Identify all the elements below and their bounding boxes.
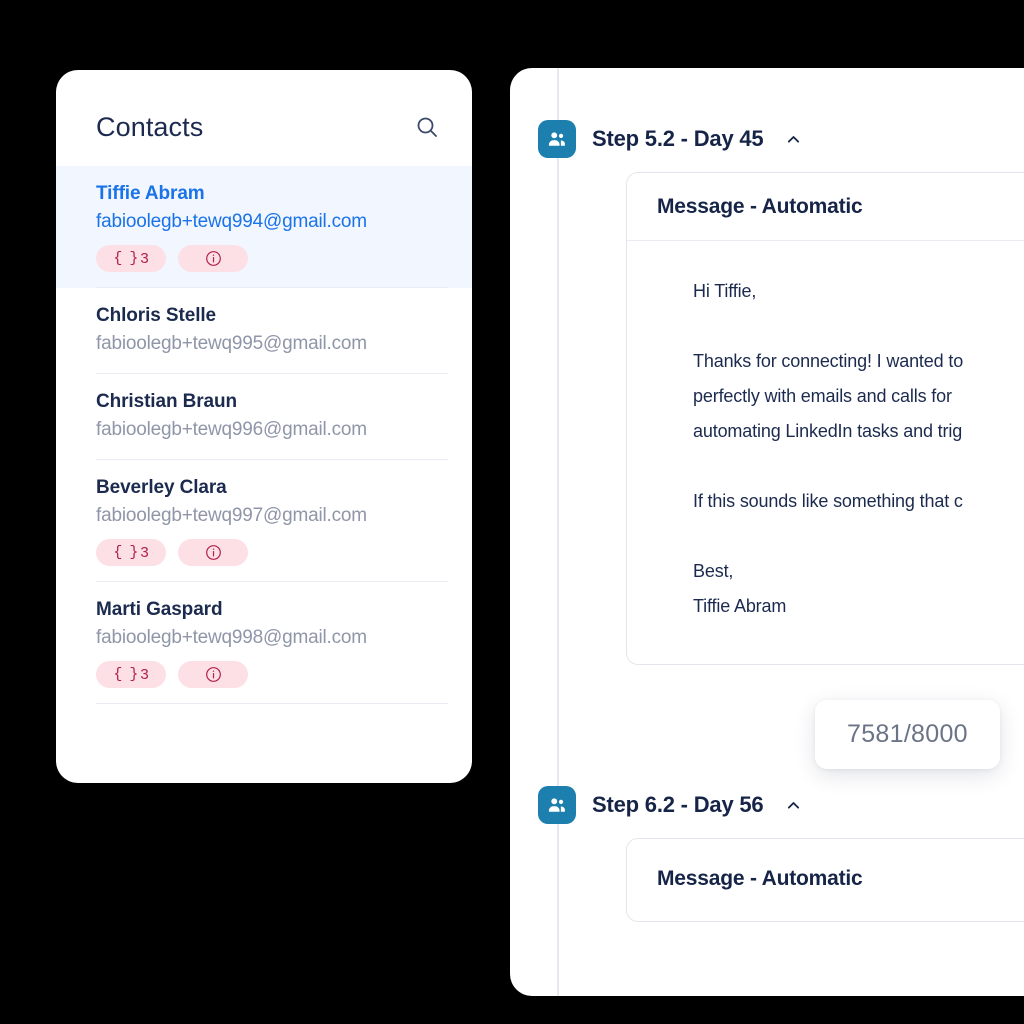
info-circle-icon[interactable]	[178, 539, 248, 567]
contact-email: fabioolegb+tewq994@gmail.com	[96, 210, 367, 232]
variables-badge[interactable]: { } 3	[96, 539, 166, 567]
step-title: Step 6.2 - Day 56	[592, 792, 764, 817]
sequence-panel: Step 5.2 - Day 45 Message - Automatic Hi…	[510, 68, 1024, 996]
contacts-header: Contacts	[56, 70, 472, 166]
contact-badges: { } 3	[96, 661, 448, 689]
variables-count: 3	[140, 666, 149, 684]
step-header[interactable]: Step 6.2 - Day 56	[538, 786, 1024, 824]
list-item[interactable]: Tiffie Abram fabioolegb+tewq994@gmail.co…	[56, 166, 472, 289]
step-header[interactable]: Step 5.2 - Day 45	[538, 120, 1024, 158]
contact-name: Chloris Stelle	[96, 305, 217, 327]
contact-email: fabioolegb+tewq998@gmail.com	[96, 626, 367, 648]
message-card-title: Message - Automatic	[657, 867, 863, 890]
list-item[interactable]: Marti Gaspard fabioolegb+tewq998@gmail.c…	[56, 582, 472, 705]
contact-email: fabioolegb+tewq995@gmail.com	[96, 332, 367, 354]
contact-name: Marti Gaspard	[96, 599, 223, 621]
contact-name: Tiffie Abram	[96, 183, 205, 204]
message-body[interactable]: Hi Tiffie, Thanks for connecting! I want…	[627, 241, 1024, 664]
contact-badges: { } 3	[96, 245, 448, 273]
variables-count: 3	[140, 250, 149, 268]
chevron-up-icon[interactable]	[781, 127, 805, 151]
list-item[interactable]: Chloris Stelle fabioolegb+tewq995@gmail.…	[56, 288, 472, 375]
brace-icon: { }	[113, 250, 138, 268]
variables-badge[interactable]: { } 3	[96, 245, 166, 273]
list-item[interactable]: Christian Braun fabioolegb+tewq996@gmail…	[56, 374, 472, 461]
info-circle-icon[interactable]	[178, 661, 248, 689]
contacts-people-icon	[538, 120, 576, 158]
sequence-step: Step 6.2 - Day 56 Message - Automatic	[538, 786, 1024, 922]
brace-icon: { }	[113, 666, 138, 684]
page-title: Contacts	[96, 111, 204, 142]
search-icon[interactable]	[410, 110, 444, 144]
variables-count: 3	[140, 544, 149, 562]
contact-name: Beverley Clara	[96, 477, 227, 499]
contacts-people-icon	[538, 786, 576, 824]
step-title: Step 5.2 - Day 45	[592, 126, 764, 151]
message-card-header: Message - Automatic	[627, 173, 1024, 241]
row-divider	[96, 703, 448, 705]
contact-list: Tiffie Abram fabioolegb+tewq994@gmail.co…	[56, 166, 472, 705]
list-item[interactable]: Beverley Clara fabioolegb+tewq997@gmail.…	[56, 460, 472, 583]
message-card-title: Message - Automatic	[657, 195, 863, 218]
info-circle-icon[interactable]	[178, 245, 248, 273]
contact-badges: { } 3	[96, 539, 448, 567]
brace-icon: { }	[113, 544, 138, 562]
character-counter: 7581/8000	[815, 700, 1000, 769]
message-card: Message - Automatic Hi Tiffie, Thanks fo…	[626, 172, 1024, 665]
contact-email: fabioolegb+tewq996@gmail.com	[96, 418, 367, 440]
sequence-step: Step 5.2 - Day 45 Message - Automatic Hi…	[538, 120, 1024, 665]
message-card: Message - Automatic	[626, 838, 1024, 922]
contact-name: Christian Braun	[96, 391, 238, 413]
contact-email: fabioolegb+tewq997@gmail.com	[96, 504, 367, 526]
variables-badge[interactable]: { } 3	[96, 661, 166, 689]
chevron-up-icon[interactable]	[781, 793, 805, 817]
contacts-panel: Contacts Tiffie Abram fabioolegb+tewq994…	[56, 70, 472, 783]
message-card-header: Message - Automatic	[627, 839, 1024, 921]
